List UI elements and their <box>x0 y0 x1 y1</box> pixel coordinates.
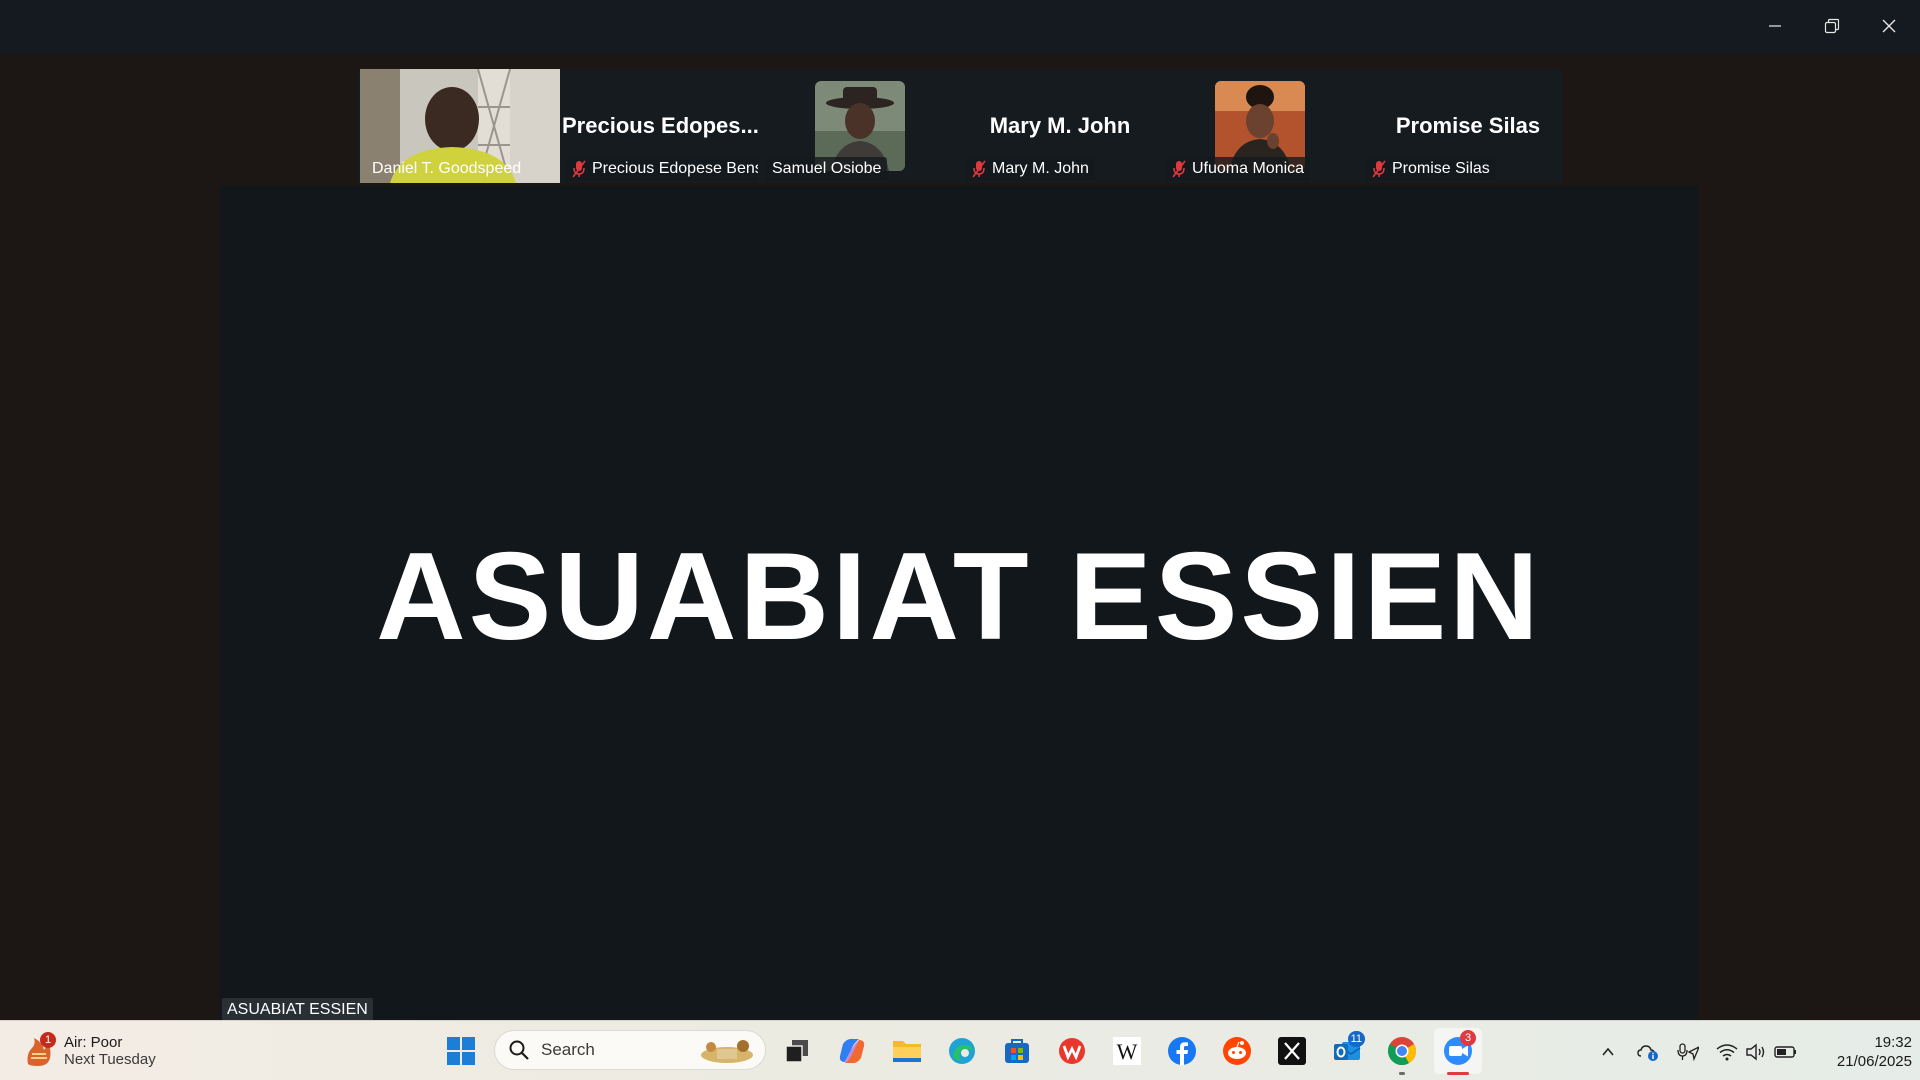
participant-name-tag: Mary M. John <box>966 157 1095 181</box>
close-button[interactable] <box>1871 10 1907 42</box>
microsoft-store-button[interactable] <box>997 1031 1037 1071</box>
reddit-icon <box>1223 1037 1251 1065</box>
participant-name-tag: Ufuoma Monica <box>1166 157 1311 181</box>
participant-name: Promise Silas <box>1392 160 1490 177</box>
windows-start-icon <box>447 1037 475 1065</box>
windows-taskbar: 1 Air: Poor Next Tuesday Search W 11 3 1… <box>0 1020 1920 1080</box>
chrome-icon <box>1388 1037 1416 1066</box>
muted-mic-icon <box>572 160 586 178</box>
active-speaker-view: ASUABIAT ESSIEN ASUABIAT ESSIEN <box>220 186 1698 1022</box>
wikipedia-icon: W <box>1113 1037 1141 1065</box>
volume-tray-button[interactable] <box>1745 1041 1767 1063</box>
wps-office-button[interactable] <box>1052 1031 1092 1071</box>
participant-name-tag: Daniel T. Goodspeed <box>366 157 527 181</box>
mic-location-icon <box>1677 1043 1699 1062</box>
participant-tile-promise[interactable]: Promise Silas Promise Silas <box>1360 69 1560 183</box>
notification-badge: 3 <box>1460 1030 1476 1046</box>
clock-date: 21/06/2025 <box>1836 1053 1912 1070</box>
weather-widget[interactable]: 1 Air: Poor Next Tuesday <box>22 1029 222 1073</box>
muted-mic-icon <box>972 160 986 178</box>
wikipedia-button[interactable]: W <box>1107 1031 1147 1071</box>
microphone-location-tray-button[interactable] <box>1677 1041 1699 1063</box>
participant-name: Ufuoma Monica <box>1192 160 1305 177</box>
wifi-icon <box>1716 1044 1738 1061</box>
wifi-tray-button[interactable] <box>1716 1041 1738 1063</box>
participant-name-tag: Promise Silas <box>1366 157 1496 181</box>
edge-icon <box>949 1038 975 1064</box>
start-button[interactable] <box>441 1031 481 1071</box>
x-button[interactable] <box>1272 1031 1312 1071</box>
participant-name-tag: Samuel Osiobe <box>766 157 888 181</box>
chevron-up-icon <box>1602 1047 1614 1056</box>
cloud-info-icon <box>1637 1045 1658 1061</box>
muted-mic-icon <box>1372 160 1386 178</box>
participant-name: Mary M. John <box>992 160 1089 177</box>
participant-strip: Daniel T. Goodspeed Precious Edopes... P… <box>358 69 1562 183</box>
facebook-button[interactable] <box>1162 1031 1202 1071</box>
weather-badge: 1 <box>40 1032 56 1048</box>
reddit-button[interactable] <box>1217 1031 1257 1071</box>
restore-icon <box>1824 18 1840 34</box>
chrome-button[interactable] <box>1382 1031 1422 1075</box>
facebook-icon <box>1168 1037 1196 1065</box>
air-quality-icon: 1 <box>22 1032 56 1068</box>
active-speaker-name-tag: ASUABIAT ESSIEN <box>222 998 373 1022</box>
participant-name-tag: Precious Edopese Bens... <box>566 157 758 181</box>
close-icon <box>1882 19 1896 33</box>
restore-button[interactable] <box>1814 10 1850 42</box>
window-title-bar <box>0 0 1920 54</box>
weather-line2: Next Tuesday <box>64 1051 156 1068</box>
zoom-button[interactable]: 3 <box>1434 1028 1482 1075</box>
task-view-icon <box>785 1040 808 1063</box>
minimize-button[interactable] <box>1757 10 1793 42</box>
copilot-button[interactable] <box>832 1031 872 1071</box>
participant-tile-ufuoma[interactable]: Ufuoma Monica <box>1160 69 1360 183</box>
clock-time: 19:32 <box>1874 1034 1912 1051</box>
x-icon <box>1278 1037 1306 1065</box>
search-icon <box>509 1040 529 1060</box>
onedrive-tray-button[interactable] <box>1637 1041 1659 1063</box>
show-hidden-icons-button[interactable] <box>1597 1041 1619 1063</box>
wps-office-icon <box>1059 1038 1085 1064</box>
speaker-icon <box>1746 1043 1765 1061</box>
svg-text:W: W <box>1117 1039 1138 1064</box>
participant-name: Daniel T. Goodspeed <box>372 160 522 177</box>
store-icon <box>1005 1039 1029 1063</box>
search-placeholder: Search <box>541 1040 595 1059</box>
running-indicator <box>1399 1072 1405 1075</box>
muted-mic-icon <box>1172 160 1186 178</box>
minimize-icon <box>1769 25 1781 27</box>
participant-name: Precious Edopese Bens... <box>592 160 758 177</box>
weather-line1: Air: Poor <box>64 1034 123 1051</box>
active-speaker-display-name: ASUABIAT ESSIEN <box>376 528 1542 666</box>
file-explorer-icon <box>893 1041 921 1062</box>
search-highlight-icon <box>701 1040 753 1063</box>
participant-tile-precious[interactable]: Precious Edopes... Precious Edopese Bens… <box>560 69 760 183</box>
battery-icon <box>1774 1046 1796 1058</box>
system-clock[interactable]: 19:32 21/06/2025 <box>1812 1033 1912 1071</box>
participant-display-name: Promise Silas <box>1395 113 1541 138</box>
notification-badge: 11 <box>1347 1031 1365 1047</box>
copilot-icon <box>839 1038 865 1064</box>
file-explorer-button[interactable] <box>887 1031 927 1071</box>
participant-name: Samuel Osiobe <box>772 160 882 177</box>
participant-tile-samuel[interactable]: Samuel Osiobe <box>760 69 960 183</box>
battery-tray-button[interactable] <box>1774 1041 1796 1063</box>
outlook-button[interactable]: 11 <box>1327 1031 1367 1071</box>
edge-button[interactable] <box>942 1031 982 1071</box>
taskbar-search-box[interactable]: Search <box>494 1030 766 1070</box>
participant-tile-daniel[interactable]: Daniel T. Goodspeed <box>360 69 560 183</box>
participant-tile-mary[interactable]: Mary M. John Mary M. John <box>960 69 1160 183</box>
participant-display-name: Mary M. John <box>989 113 1131 138</box>
participant-display-name: Precious Edopes... <box>562 113 759 138</box>
task-view-button[interactable] <box>777 1031 817 1071</box>
active-indicator <box>1447 1072 1469 1075</box>
